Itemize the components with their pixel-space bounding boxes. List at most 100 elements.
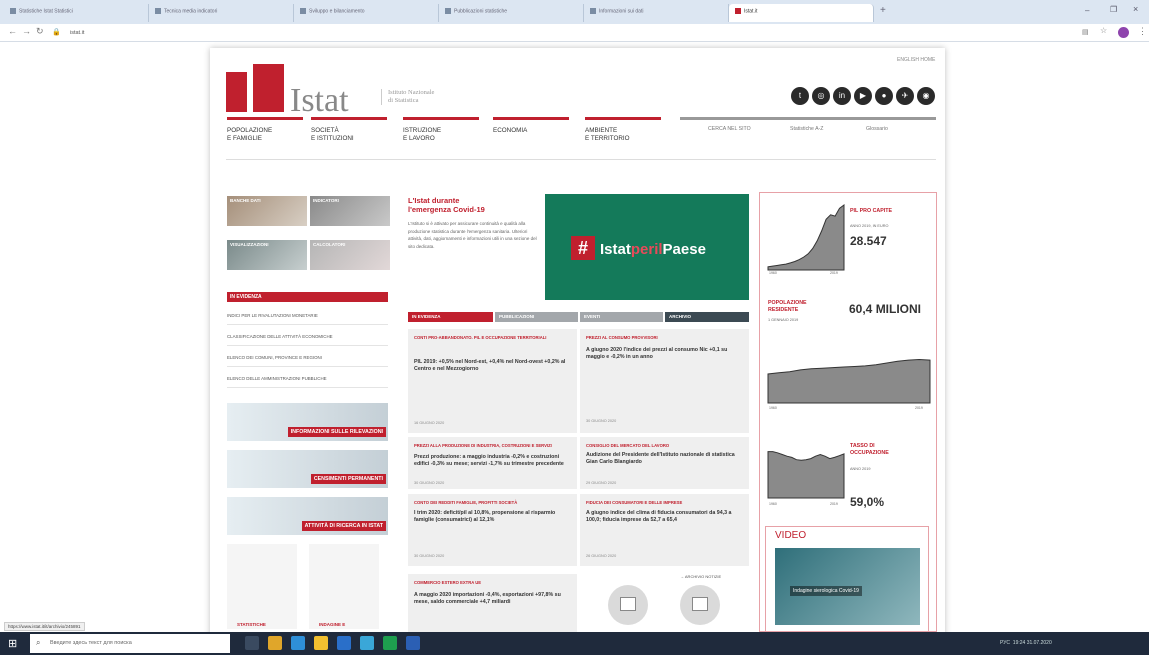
left-link-rivalutazioni[interactable]: INDICI PER LE RIVALUTAZIONI MONETARIE <box>227 313 388 325</box>
nav-economia[interactable]: ECONOMIA <box>493 117 569 135</box>
tab-favicon-icon <box>155 8 161 14</box>
taskbar-search-input[interactable]: Введите здесь текст для поиска <box>30 634 230 653</box>
pop-chart <box>767 358 931 404</box>
bookmark-star-icon[interactable]: ☆ <box>1100 26 1107 35</box>
profile-avatar[interactable] <box>1118 27 1129 38</box>
pil-value: 28.547 <box>850 234 887 248</box>
twitter-icon[interactable]: t <box>791 87 809 105</box>
tab-eventi[interactable]: EVENTI <box>580 312 663 322</box>
explorer-taskbar-icon[interactable] <box>314 636 328 650</box>
occ-chart <box>767 451 845 499</box>
menu-dots-icon[interactable]: ⋮ <box>1138 26 1147 37</box>
occ-x-start: 1960 <box>769 502 777 506</box>
news-card[interactable]: FIDUCIA DEI CONSUMATORI E DELLE IMPRESE A… <box>580 494 749 566</box>
archivio-notizie-link[interactable]: → ARCHIVIO NOTIZIE <box>680 574 721 579</box>
newsletter-icon[interactable] <box>680 585 720 625</box>
tab-in-evidenza[interactable]: IN EVIDENZA <box>408 312 493 322</box>
maximize-button[interactable]: ❐ <box>1110 5 1117 14</box>
close-window-button[interactable]: × <box>1133 4 1138 14</box>
news-card[interactable]: CONTO DEI REDDITI FAMIGLIE, PROFITTI SOC… <box>408 494 577 566</box>
istat-logo-text[interactable]: Istat <box>290 82 349 120</box>
news-card[interactable]: COMMERCIO ESTERO EXTRA UE A maggio 2020 i… <box>408 574 577 632</box>
news-card[interactable]: PREZZI AL CONSUMO PROVVISORI A giugno 202… <box>580 329 749 433</box>
word-taskbar-icon[interactable] <box>406 636 420 650</box>
search-site-link[interactable]: CERCA NEL SITO <box>708 126 751 132</box>
occ-label: TASSO DI OCCUPAZIONE <box>850 443 889 456</box>
task-view-icon[interactable] <box>245 636 259 650</box>
istat-logo-block[interactable] <box>226 72 247 112</box>
banner-rilevazioni[interactable]: INFORMAZIONI SULLE RILEVAZIONI <box>227 403 388 441</box>
banner-censimenti[interactable]: CENSIMENTI PERMANENTI <box>227 450 388 488</box>
banner-ricerca[interactable]: ATTIVITÀ DI RICERCA IN ISTAT <box>227 497 388 535</box>
video-caption[interactable]: Indagine sierologica Covid-19 <box>790 586 862 596</box>
tab-favicon-icon <box>445 8 451 14</box>
statistiche-az-link[interactable]: Statistiche A-Z <box>790 126 823 132</box>
address-bar[interactable]: istat.it <box>70 27 1070 39</box>
istat-per-il-paese-text: IstatperilPaese <box>600 241 706 258</box>
edge-taskbar-icon[interactable] <box>291 636 305 650</box>
glossario-link[interactable]: Glossario <box>866 126 888 132</box>
news-card[interactable]: CONTI PRO-ABBANDONATO. PIL E OCCUPAZIONE… <box>408 329 577 433</box>
promo-statistiche[interactable]: STATISTICHE <box>227 544 297 629</box>
extensions-icon[interactable]: ▤ <box>1082 28 1089 36</box>
nav-secondary-rule <box>680 117 936 120</box>
tile-indicatori[interactable]: INDICATORI <box>310 196 390 226</box>
nav-societa[interactable]: SOCIETÀ E ISTITUZIONI <box>311 117 387 143</box>
covid-description: L'Istituto si è attivato per assicurare … <box>408 221 537 249</box>
browser-tab[interactable]: Tecnica media indicatori <box>149 4 294 22</box>
publication-icon[interactable] <box>608 585 648 625</box>
covid-title[interactable]: L'Istat durante l'emergenza Covid-19 <box>408 196 528 214</box>
flickr-icon[interactable]: ● <box>875 87 893 105</box>
reload-icon[interactable]: ↻ <box>36 26 44 37</box>
rss-icon[interactable]: ◉ <box>917 87 935 105</box>
back-arrow-icon[interactable]: ← <box>8 26 17 36</box>
pop-sub: 1 GENNAIO 2019 <box>768 318 799 322</box>
tile-calcolatori[interactable]: CALCOLATORI <box>310 240 390 270</box>
system-tray[interactable]: РУС 19:24 31.07.2020 <box>1000 640 1052 646</box>
news-card[interactable]: CONSIGLIO DEL MERCATO DEL LAVORO Audizion… <box>580 437 749 489</box>
occ-area <box>767 451 845 499</box>
tab-archivio[interactable]: ARCHIVIO <box>665 312 749 322</box>
forward-arrow-icon[interactable]: → <box>22 26 31 36</box>
promo-indagine[interactable]: INDAGINE E <box>309 544 379 629</box>
browser-tab[interactable]: Statisti­che Istat Statistici <box>4 4 149 22</box>
tile-banche-dati[interactable]: BANCHE DATI <box>227 196 307 226</box>
occ-value: 59,0% <box>850 495 885 509</box>
browser-tab-active[interactable]: Istat.it <box>729 4 874 22</box>
excel-taskbar-icon[interactable] <box>383 636 397 650</box>
chrome-taskbar-icon[interactable] <box>268 636 282 650</box>
pop-area <box>767 358 931 404</box>
new-tab-button[interactable]: + <box>880 5 886 16</box>
tab-favicon-icon <box>300 8 306 14</box>
left-link-comuni[interactable]: ELENCO DEI COMUNI, PROVINCE E REGIONI <box>227 355 388 367</box>
youtube-icon[interactable]: ▶ <box>854 87 872 105</box>
mail-taskbar-icon[interactable] <box>360 636 374 650</box>
news-card[interactable]: PREZZI ALLA PRODUZIONE DI INDUSTRIA, COS… <box>408 437 577 489</box>
english-home-link[interactable]: ENGLISH HOME <box>897 57 935 63</box>
occ-sub: ANNO 2019 <box>850 467 871 471</box>
telegram-icon[interactable]: ✈ <box>896 87 914 105</box>
pil-label: PIL PRO CAPITE <box>850 208 892 214</box>
tab-favicon-icon <box>10 8 16 14</box>
pop-label: POPOLAZIONE RESIDENTE <box>768 300 807 313</box>
pil-x-start: 1960 <box>769 271 777 275</box>
tile-visualizzazioni[interactable]: VISUALIZZAZIONI <box>227 240 307 270</box>
nav-istruzione[interactable]: ISTRUZIONE E LAVORO <box>403 117 479 143</box>
minimize-button[interactable]: – <box>1085 6 1089 15</box>
hashtag-icon: # <box>571 236 595 260</box>
left-link-pa[interactable]: ELENCO DELLE AMMINISTRAZIONI PUBBLICHE <box>227 376 388 388</box>
instagram-icon[interactable]: ◎ <box>812 87 830 105</box>
browser-tab[interactable]: Informazioni sui dati <box>584 4 729 22</box>
store-taskbar-icon[interactable] <box>337 636 351 650</box>
status-bar-url: https://www.istat.it/it/archivio/245891 <box>4 622 85 631</box>
browser-tab[interactable]: Pubblicazioni statistiche <box>439 4 584 22</box>
nav-popolazione[interactable]: POPOLAZIONE E FAMIGLIE <box>227 117 303 143</box>
tab-pubblicazioni[interactable]: PUBBLICAZIONI <box>495 312 578 322</box>
windows-start-icon[interactable]: ⊞ <box>8 637 20 650</box>
istat-logo-block[interactable] <box>253 64 284 112</box>
nav-ambiente[interactable]: AMBIENTE E TERRITORIO <box>585 117 661 143</box>
browser-tab[interactable]: Sviluppo e bilanciamento <box>294 4 439 22</box>
pil-chart <box>767 204 845 271</box>
linkedin-icon[interactable]: in <box>833 87 851 105</box>
left-link-ateco[interactable]: CLASSIFICAZIONE DELLE ATTIVITÀ ECONOMICH… <box>227 334 388 346</box>
